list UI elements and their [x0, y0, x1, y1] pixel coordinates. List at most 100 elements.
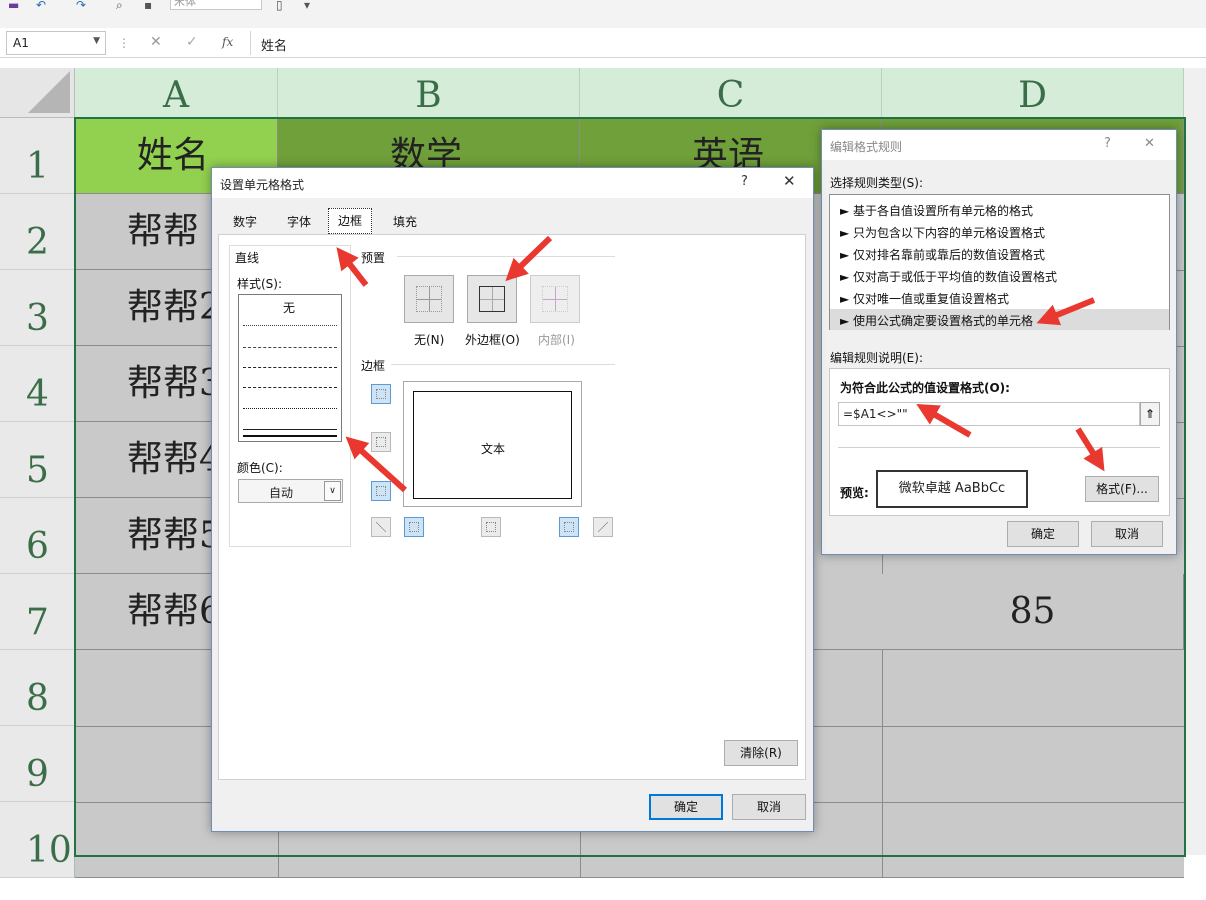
row-header-3[interactable]: 3 — [0, 270, 75, 346]
redo-icon[interactable]: ↷ — [76, 0, 86, 11]
formula-bar: A1 ▼ ⋮ ✕ ✓ fx 姓名 — [0, 28, 1206, 58]
formula-bar-separator: ⋮ — [118, 36, 130, 50]
name-box-value: A1 — [13, 36, 29, 50]
help-icon[interactable]: ? — [741, 174, 748, 189]
line-style-dotted[interactable] — [243, 325, 337, 326]
line-style-list[interactable]: 无 — [238, 294, 342, 442]
edit-rule-title: 编辑格式规则 — [822, 130, 1176, 160]
line-style-none[interactable]: 无 — [283, 299, 295, 316]
row-header-4[interactable]: 4 — [0, 346, 75, 422]
undo-icon[interactable]: ↶ — [36, 0, 46, 11]
print-preview-icon[interactable]: ⌕ — [116, 0, 123, 11]
border-diagonal-up-button[interactable] — [371, 517, 391, 537]
row-header-9[interactable]: 9 — [0, 726, 75, 802]
border-preview-text: 文本 — [481, 442, 506, 456]
help-icon[interactable]: ? — [1104, 136, 1111, 151]
divider — [397, 256, 615, 257]
border-diagonal-down-button[interactable] — [593, 517, 613, 537]
chevron-down-icon[interactable]: ▼ — [93, 36, 100, 46]
line-style-hair[interactable] — [243, 408, 337, 409]
column-header-b[interactable]: B — [278, 68, 580, 118]
line-style-dashed[interactable] — [243, 347, 337, 348]
collapse-dialog-icon[interactable]: ⇑ — [1140, 402, 1160, 426]
row-header-6[interactable]: 6 — [0, 498, 75, 574]
tab-font[interactable]: 字体 — [278, 210, 320, 232]
preset-inside-button — [530, 275, 580, 323]
format-cancel-button[interactable]: 取消 — [732, 794, 806, 820]
line-style-dash-dot-dot[interactable] — [243, 367, 337, 368]
row-header-1[interactable]: 1 — [0, 118, 75, 194]
camera-icon[interactable]: ▪ — [144, 0, 152, 11]
customize-toolbar-icon[interactable]: ▾ — [304, 0, 310, 11]
formula-label: 为符合此公式的值设置格式(O): — [840, 381, 1010, 395]
border-bottom-button[interactable] — [371, 481, 391, 501]
border-inside-vertical-button — [481, 517, 501, 537]
divider — [838, 447, 1160, 448]
insert-function-icon[interactable]: fx — [222, 35, 233, 49]
preview-label: 预览: — [840, 486, 869, 500]
rule-type-item[interactable]: ► 仅对高于或低于平均值的数值设置格式 — [836, 265, 1163, 286]
border-inside-horizontal-button — [371, 432, 391, 452]
rule-formula-input[interactable]: =$A1<>"" — [838, 402, 1140, 426]
border-preview-area[interactable]: 文本 — [403, 381, 582, 507]
style-label: 样式(S): — [237, 277, 283, 291]
inside-border-icon — [542, 286, 568, 312]
close-icon[interactable]: ✕ — [1144, 136, 1155, 151]
tab-border[interactable]: 边框 — [328, 208, 373, 234]
select-rule-type-label: 选择规则类型(S): — [830, 176, 924, 190]
format-button[interactable]: 格式(F)... — [1085, 476, 1159, 502]
preset-inside-label: 内部(I) — [538, 333, 575, 347]
rule-cancel-button[interactable]: 取消 — [1091, 521, 1163, 547]
select-all-corner[interactable] — [0, 68, 75, 118]
line-style-thin[interactable] — [243, 429, 337, 430]
cancel-icon[interactable]: ✕ — [150, 34, 162, 50]
quick-access-toolbar: ▬ ↶ ↷ ⌕ ▪ 宋体 ▯ ▾ — [0, 0, 1206, 28]
clear-button[interactable]: 清除(R) — [724, 740, 798, 766]
line-style-dash-dot[interactable] — [243, 387, 337, 388]
divider — [391, 364, 615, 365]
edit-rule-desc-label: 编辑规则说明(E): — [830, 351, 923, 365]
border-left-button[interactable] — [404, 517, 424, 537]
formula-input[interactable]: 姓名 — [250, 31, 1206, 55]
rule-desc-panel: 为符合此公式的值设置格式(O): =$A1<>"" ⇑ 预览: 微软卓越 AaB… — [829, 368, 1170, 516]
paste-icon[interactable]: ▯ — [276, 0, 283, 11]
outline-border-icon — [479, 286, 505, 312]
close-icon[interactable]: ✕ — [783, 172, 796, 190]
border-right-button[interactable] — [559, 517, 579, 537]
format-preview: 微软卓越 AaBbCc — [876, 470, 1028, 508]
rule-type-item-formula[interactable]: ► 使用公式确定要设置格式的单元格 — [830, 309, 1169, 330]
border-section-label: 边框 — [361, 359, 386, 373]
line-style-thick[interactable] — [243, 435, 337, 437]
row-header-10[interactable]: 10 — [0, 802, 75, 878]
column-divider — [882, 650, 883, 878]
border-top-button[interactable] — [371, 384, 391, 404]
presets-label: 预置 — [361, 251, 386, 265]
border-tab-panel: 直线 样式(S): 无 颜色(C): 自动 ∨ 预置 无(N) 外边框(O) 内… — [218, 234, 806, 780]
row-header-8[interactable]: 8 — [0, 650, 75, 726]
rule-type-list: ► 基于各自值设置所有单元格的格式 ► 只为包含以下内容的单元格设置格式 ► 仅… — [829, 194, 1170, 330]
check-icon[interactable]: ✓ — [186, 34, 198, 50]
tab-fill[interactable]: 填充 — [384, 210, 426, 232]
row-header-7[interactable]: 7 — [0, 574, 75, 650]
column-header-c[interactable]: C — [580, 68, 882, 118]
save-icon[interactable]: ▬ — [8, 0, 19, 11]
format-ok-button[interactable]: 确定 — [649, 794, 723, 820]
rule-type-item[interactable]: ► 只为包含以下内容的单元格设置格式 — [836, 221, 1163, 242]
rule-type-item[interactable]: ► 基于各自值设置所有单元格的格式 — [836, 199, 1163, 220]
cell-d7[interactable]: 85 — [882, 574, 1184, 650]
column-header-d[interactable]: D — [882, 68, 1184, 118]
rule-type-item[interactable]: ► 仅对唯一值或重复值设置格式 — [836, 287, 1163, 308]
chevron-down-icon[interactable]: ∨ — [324, 481, 341, 501]
color-label: 颜色(C): — [237, 461, 283, 475]
name-box[interactable]: A1 ▼ — [6, 31, 106, 55]
format-cells-title: 设置单元格格式 — [212, 168, 813, 198]
row-header-2[interactable]: 2 — [0, 194, 75, 270]
row-header-5[interactable]: 5 — [0, 422, 75, 498]
tab-number[interactable]: 数字 — [224, 210, 266, 232]
rule-type-item[interactable]: ► 仅对排名靠前或靠后的数值设置格式 — [836, 243, 1163, 264]
column-header-a[interactable]: A — [75, 68, 278, 118]
line-group-label: 直线 — [235, 251, 260, 265]
font-name-box[interactable]: 宋体 — [170, 0, 262, 10]
preset-none-button[interactable] — [404, 275, 454, 323]
rule-ok-button[interactable]: 确定 — [1007, 521, 1079, 547]
